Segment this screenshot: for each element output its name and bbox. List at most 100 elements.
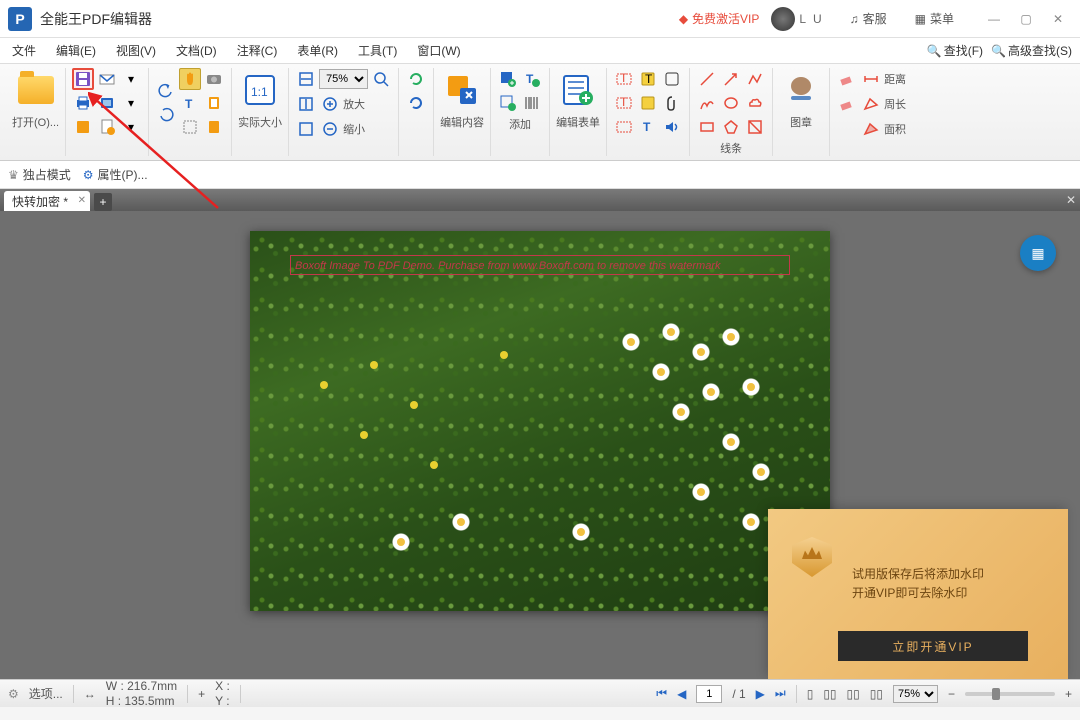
next-page-button[interactable]: ▶ xyxy=(756,687,765,701)
note-button[interactable]: T xyxy=(637,68,659,90)
stamp-button[interactable] xyxy=(637,92,659,114)
document-page[interactable]: Boxoft Image To PDF Demo. Purchase from … xyxy=(250,231,830,611)
pencil-tool[interactable] xyxy=(696,92,718,114)
distance-tool[interactable] xyxy=(860,68,882,90)
zoom-out-status[interactable]: − xyxy=(948,687,955,701)
edit-form-button[interactable] xyxy=(556,68,600,112)
text-tool[interactable]: T xyxy=(179,92,201,114)
canvas-viewport[interactable]: ▦ Boxoft Image To PDF Demo. Purchase fro… xyxy=(0,211,1080,679)
zoom-out-button[interactable] xyxy=(319,118,341,140)
text-markup-button[interactable]: T xyxy=(637,116,659,138)
new-doc-button[interactable] xyxy=(96,116,118,138)
menu-tool[interactable]: 工具(T) xyxy=(354,40,401,61)
rotate-button[interactable] xyxy=(155,104,177,126)
zoom-in-button[interactable] xyxy=(319,93,341,115)
advanced-find-button[interactable]: 🔍高级查找(S) xyxy=(991,42,1072,59)
dropdown-icon[interactable]: ▾ xyxy=(120,68,142,90)
support-button[interactable]: ♫ 客服 xyxy=(840,6,897,31)
add-text-button[interactable]: T xyxy=(521,68,543,90)
close-tab-icon[interactable]: ✕ xyxy=(78,195,86,206)
single-page-view[interactable]: ▯ xyxy=(807,687,814,701)
dropdown-icon[interactable]: ▾ xyxy=(120,116,142,138)
refresh-button[interactable] xyxy=(405,68,427,90)
avatar[interactable] xyxy=(771,7,795,31)
close-button[interactable]: ✕ xyxy=(1044,7,1072,31)
menu-file[interactable]: 文件 xyxy=(8,40,40,61)
menu-comment[interactable]: 注释(C) xyxy=(233,40,282,61)
open-button[interactable] xyxy=(14,68,58,112)
toggle-icon[interactable]: ↔ xyxy=(84,687,96,701)
last-page-button[interactable]: ⏭ xyxy=(775,686,786,701)
highlight-button[interactable]: T xyxy=(613,68,635,90)
actual-size-button[interactable]: 1:1 xyxy=(238,68,282,112)
select-tool[interactable] xyxy=(179,116,201,138)
textbox-button[interactable]: T xyxy=(613,92,635,114)
line-tool[interactable] xyxy=(696,68,718,90)
reload-button[interactable] xyxy=(405,92,427,114)
attach-button[interactable] xyxy=(661,92,683,114)
callout-button[interactable] xyxy=(613,116,635,138)
find-button[interactable]: 🔍查找(F) xyxy=(927,42,983,59)
scan-button[interactable] xyxy=(96,92,118,114)
zoom-in-status[interactable]: + xyxy=(1065,687,1072,701)
page-thumbnail-icon[interactable]: ▦ xyxy=(1020,235,1056,271)
print-button[interactable] xyxy=(72,92,94,114)
menu-edit[interactable]: 编辑(E) xyxy=(52,40,100,61)
gear-icon[interactable]: ⚙ xyxy=(8,687,19,701)
options-button[interactable]: 选项... xyxy=(29,685,63,702)
undo-button[interactable] xyxy=(155,80,177,102)
continuous-facing-view[interactable]: ▯▯ xyxy=(870,687,883,701)
sound-button[interactable] xyxy=(661,116,683,138)
continuous-view[interactable]: ▯▯ xyxy=(823,687,836,701)
paste-tool[interactable] xyxy=(203,116,225,138)
close-all-icon[interactable]: ✕ xyxy=(1066,193,1076,207)
add-shape-button[interactable] xyxy=(497,92,519,114)
zoom-tool[interactable] xyxy=(370,68,392,90)
fit-width-button[interactable] xyxy=(295,68,317,90)
minimize-button[interactable]: — xyxy=(980,7,1008,31)
hand-tool[interactable] xyxy=(179,68,201,90)
area-tool[interactable] xyxy=(860,118,882,140)
link-button[interactable] xyxy=(661,68,683,90)
cloud-tool[interactable] xyxy=(744,92,766,114)
eraser-tool[interactable] xyxy=(836,68,858,90)
add-barcode-button[interactable] xyxy=(521,92,543,114)
export-button[interactable] xyxy=(72,116,94,138)
polyline-tool[interactable] xyxy=(744,68,766,90)
add-tab-button[interactable]: + xyxy=(94,193,112,211)
document-tab[interactable]: 快转加密 * ✕ xyxy=(4,191,90,211)
zoom-slider[interactable] xyxy=(965,692,1055,696)
activate-vip-button[interactable]: 立即开通VIP xyxy=(838,631,1028,661)
maximize-button[interactable]: ▢ xyxy=(1012,7,1040,31)
stamp-tool[interactable] xyxy=(779,68,823,112)
perimeter-tool[interactable] xyxy=(860,93,882,115)
page-input[interactable] xyxy=(696,685,722,703)
menu-button[interactable]: ▦ 菜单 xyxy=(905,6,964,31)
curve-tool[interactable] xyxy=(744,116,766,138)
statusbar-zoom-select[interactable]: 75% xyxy=(893,685,938,703)
menu-view[interactable]: 视图(V) xyxy=(112,40,160,61)
zoom-select[interactable]: 75% xyxy=(319,69,368,89)
menu-window[interactable]: 窗口(W) xyxy=(413,40,464,61)
polygon-tool[interactable] xyxy=(720,116,742,138)
edit-content-button[interactable] xyxy=(440,68,484,112)
arrow-tool[interactable] xyxy=(720,68,742,90)
exclusive-mode-button[interactable]: ♛ 独占模式 xyxy=(8,166,71,183)
watermark-box[interactable]: Boxoft Image To PDF Demo. Purchase from … xyxy=(290,255,790,275)
user-name[interactable]: L U xyxy=(799,12,823,26)
add-image-button[interactable] xyxy=(497,68,519,90)
fit-height-button[interactable] xyxy=(295,93,317,115)
save-button[interactable] xyxy=(72,68,94,90)
clipboard-tool[interactable] xyxy=(203,92,225,114)
properties-button[interactable]: ⚙ 属性(P)... xyxy=(83,166,148,183)
prev-page-button[interactable]: ◀ xyxy=(677,687,686,701)
rect-tool[interactable] xyxy=(696,116,718,138)
oval-tool[interactable] xyxy=(720,92,742,114)
first-page-button[interactable]: ⏮ xyxy=(656,686,667,701)
mail-button[interactable] xyxy=(96,68,118,90)
facing-view[interactable]: ▯▯ xyxy=(847,687,860,701)
dropdown-icon[interactable]: ▾ xyxy=(120,92,142,114)
fit-page-button[interactable] xyxy=(295,118,317,140)
menu-document[interactable]: 文档(D) xyxy=(172,40,221,61)
menu-form[interactable]: 表单(R) xyxy=(293,40,342,61)
